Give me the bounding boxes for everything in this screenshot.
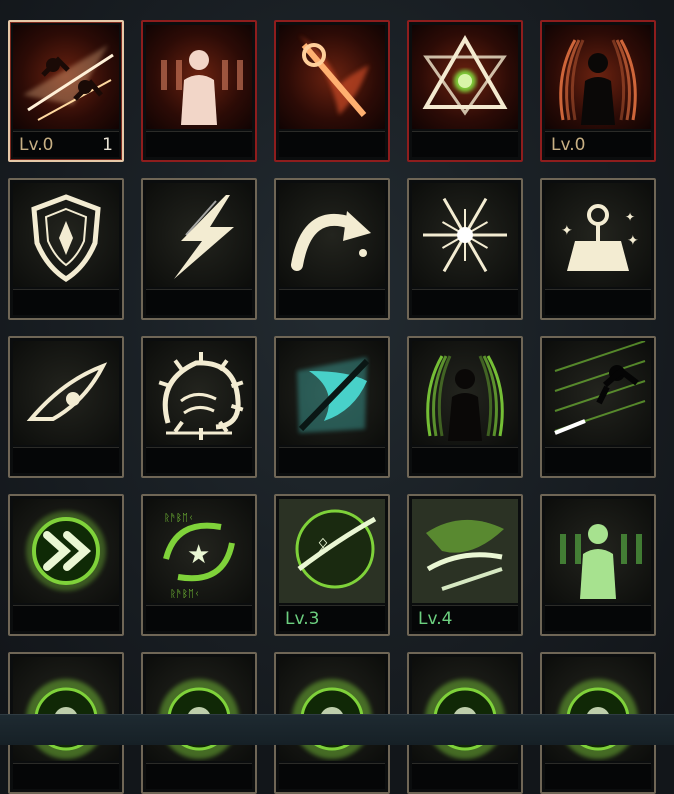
skill-slot[interactable]: Lv.0 1	[8, 20, 124, 162]
skill-slot[interactable]	[274, 178, 390, 320]
skill-slot[interactable]	[540, 494, 656, 636]
skill-level-bar	[545, 447, 651, 473]
spiked-head-icon	[146, 341, 252, 445]
green-orb-icon	[412, 657, 518, 761]
skill-level-bar	[412, 763, 518, 789]
skill-level-label: Lv.0	[551, 134, 586, 155]
skill-level-bar	[545, 605, 651, 631]
aura-figure-icon	[412, 341, 518, 445]
svg-text:★: ★	[187, 540, 210, 570]
double-chevron-icon	[13, 499, 119, 603]
skill-count-label: 1	[102, 134, 113, 155]
svg-text:✦: ✦	[627, 233, 639, 249]
skill-slot[interactable]: Lv.4	[407, 494, 523, 636]
svg-text:✦: ✦	[561, 223, 573, 239]
green-orb-icon	[545, 657, 651, 761]
aura-figure-icon	[545, 25, 651, 129]
skill-slot[interactable]	[8, 494, 124, 636]
bottom-bar	[0, 714, 674, 745]
svg-text:ᚱᚫᛒᛖᚲ: ᚱᚫᛒᛖᚲ	[164, 513, 194, 524]
skill-slot[interactable]	[407, 178, 523, 320]
skill-level-bar	[279, 447, 385, 473]
skill-slot[interactable]	[274, 20, 390, 162]
burst-icon	[412, 183, 518, 287]
skill-slot[interactable]	[141, 336, 257, 478]
blade-swirl-icon	[412, 499, 518, 603]
svg-text:ᛟ: ᛟ	[317, 532, 329, 556]
flame-blade-icon	[279, 25, 385, 129]
svg-text:✦: ✦	[625, 210, 635, 224]
triangle-emblem-icon	[412, 25, 518, 129]
skill-grid: Lv.0 1 Lv.0 ✦ ✦ ✦ ★ ᚱᚫᛒᛖᚲ ᚱᚫᛒᛖᚲ ᛟ Lv.3 L…	[8, 20, 656, 794]
skill-slot[interactable]	[141, 178, 257, 320]
anvil-icon: ✦ ✦ ✦	[545, 183, 651, 287]
green-orb-icon	[13, 657, 119, 761]
skill-level-bar	[545, 763, 651, 789]
skill-level-bar	[146, 131, 252, 157]
skill-level-bar: Lv.4	[412, 605, 518, 631]
eye-icon	[13, 341, 119, 445]
skill-level-bar	[412, 447, 518, 473]
crowd-figure-icon	[146, 25, 252, 129]
dash-slash-icon	[13, 25, 119, 129]
skill-level-label: Lv.0	[19, 134, 54, 155]
skill-slot[interactable]	[407, 336, 523, 478]
cyan-slash-icon	[279, 341, 385, 445]
skill-slot[interactable]	[8, 178, 124, 320]
skill-level-bar	[13, 605, 119, 631]
skill-level-bar	[13, 763, 119, 789]
skill-slot[interactable]: ᛟ Lv.3	[274, 494, 390, 636]
skill-level-label: Lv.3	[285, 608, 320, 629]
skill-slot[interactable]	[274, 336, 390, 478]
shield-icon	[13, 183, 119, 287]
curve-arrow-icon	[279, 183, 385, 287]
svg-text:ᚱᚫᛒᛖᚲ: ᚱᚫᛒᛖᚲ	[170, 589, 200, 600]
skill-level-bar	[545, 289, 651, 315]
skill-level-bar	[412, 289, 518, 315]
skill-level-bar: Lv.3	[279, 605, 385, 631]
skill-level-bar	[146, 763, 252, 789]
skill-level-bar	[13, 447, 119, 473]
green-orb-icon	[279, 657, 385, 761]
skill-level-bar	[412, 131, 518, 157]
skill-level-bar: Lv.0 1	[13, 131, 119, 157]
skill-level-bar	[279, 131, 385, 157]
skill-level-bar	[146, 289, 252, 315]
skill-level-bar	[146, 605, 252, 631]
star-rune-icon: ★ ᚱᚫᛒᛖᚲ ᚱᚫᛒᛖᚲ	[146, 499, 252, 603]
green-dash-icon	[545, 341, 651, 445]
skill-slot[interactable]: Lv.0	[540, 20, 656, 162]
green-orb-icon	[146, 657, 252, 761]
skill-slot[interactable]	[407, 20, 523, 162]
crowd-figure-icon	[545, 499, 651, 603]
skill-slot[interactable]	[141, 20, 257, 162]
skill-level-bar	[146, 447, 252, 473]
skill-level-bar	[279, 763, 385, 789]
skill-slot[interactable]	[8, 336, 124, 478]
lightning-icon	[146, 183, 252, 287]
skill-slot[interactable]: ★ ᚱᚫᛒᛖᚲ ᚱᚫᛒᛖᚲ	[141, 494, 257, 636]
skill-level-bar	[279, 289, 385, 315]
rune-orb-icon: ᛟ	[279, 499, 385, 603]
skill-level-bar: Lv.0	[545, 131, 651, 157]
skill-slot[interactable]: ✦ ✦ ✦	[540, 178, 656, 320]
skill-level-label: Lv.4	[418, 608, 453, 629]
skill-level-bar	[13, 289, 119, 315]
skill-slot[interactable]	[540, 336, 656, 478]
